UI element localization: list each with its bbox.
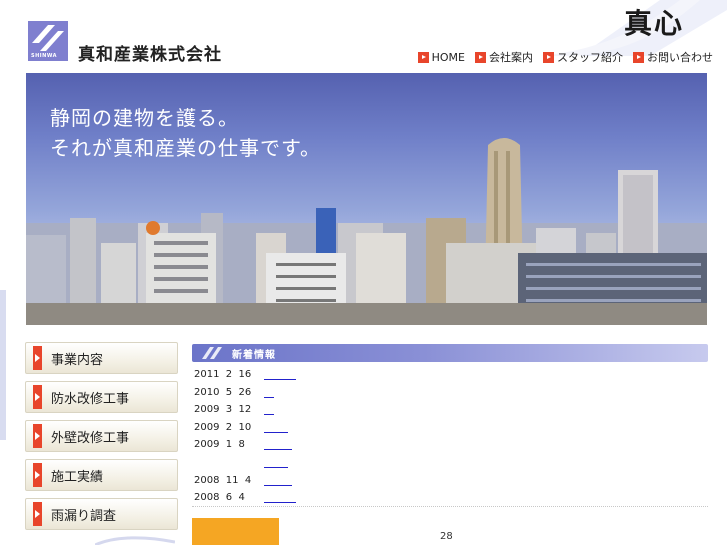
news-date <box>194 454 264 472</box>
sidebar-menu: 事業内容 防水改修工事 外壁改修工事 施工実績 雨漏り調査 <box>25 342 178 537</box>
section-divider <box>192 506 708 507</box>
news-date: 2008 6 4 <box>194 492 245 504</box>
news-date: 2009 1 8 <box>194 439 245 451</box>
arrow-icon <box>33 424 42 448</box>
sidebar-item-label: 雨漏り調査 <box>51 508 117 524</box>
arrow-icon <box>33 385 42 409</box>
news-link[interactable] <box>264 456 288 468</box>
nav-contact[interactable]: お問い合わせ <box>633 49 713 65</box>
news-date: 2009 3 12 <box>194 404 252 416</box>
sidebar-item-label: 防水改修工事 <box>51 391 130 407</box>
news-item: 2010 5 26 <box>194 384 296 402</box>
news-link[interactable] <box>264 403 274 416</box>
hero-line-1: 静岡の建物を護る。 <box>50 106 239 130</box>
sidebar-item-label: 施工実績 <box>51 469 104 485</box>
hero-tagline: 静岡の建物を護る。 それが真和産業の仕事です。 <box>50 103 321 163</box>
news-link[interactable] <box>264 368 296 380</box>
top-navigation: HOME 会社案内 スタッフ紹介 お問い合わせ <box>417 49 713 65</box>
news-list: 2011 2 16 2010 5 26 2009 3 12 2009 2 10 … <box>194 366 296 507</box>
arrow-icon <box>633 51 644 63</box>
orange-banner[interactable] <box>192 518 279 545</box>
news-item: 2008 11 4 <box>194 472 296 490</box>
sidebar-item-exterior-wall[interactable]: 外壁改修工事 <box>25 420 178 452</box>
decorative-swirl <box>95 536 175 545</box>
news-date: 2008 11 4 <box>194 474 252 486</box>
news-title: 新着情報 <box>232 350 276 361</box>
page-edge-stripe <box>0 290 6 440</box>
stripe-icon <box>202 347 222 359</box>
news-link[interactable] <box>264 474 292 486</box>
nav-staff[interactable]: スタッフ紹介 <box>543 49 623 65</box>
arrow-icon <box>33 502 42 526</box>
news-date: 2011 2 16 <box>194 369 252 380</box>
sidebar-item-waterproofing[interactable]: 防水改修工事 <box>25 381 178 413</box>
nav-home[interactable]: HOME <box>417 49 465 65</box>
nav-label: HOME <box>431 50 465 64</box>
sidebar-item-works[interactable]: 施工実績 <box>25 459 178 491</box>
news-item: 2009 2 10 <box>194 419 296 437</box>
nav-label: スタッフ紹介 <box>557 51 623 64</box>
calligraphy-title: 真心 <box>624 7 685 40</box>
news-item: 2011 2 16 <box>194 366 296 384</box>
logo-text: SHINWA <box>31 53 57 59</box>
news-item: 2009 3 12 <box>194 401 296 419</box>
arrow-icon <box>33 463 42 487</box>
sidebar-item-label: 外壁改修工事 <box>51 430 130 446</box>
news-link[interactable] <box>264 438 292 451</box>
sidebar-item-leak-inspection[interactable]: 雨漏り調査 <box>25 498 178 530</box>
news-item: 2009 1 8 <box>194 436 296 454</box>
sidebar-item-business[interactable]: 事業内容 <box>25 342 178 374</box>
news-link[interactable] <box>264 491 296 504</box>
company-name: 真和産業株式会社 <box>78 45 222 65</box>
company-logo[interactable]: SHINWA <box>28 21 68 61</box>
news-date: 2010 5 26 <box>194 386 252 398</box>
hero-banner: 静岡の建物を護る。 それが真和産業の仕事です。 <box>26 73 707 325</box>
news-link[interactable] <box>264 421 288 433</box>
nav-label: お問い合わせ <box>647 51 713 64</box>
nav-label: 会社案内 <box>489 51 533 64</box>
news-date: 2009 2 10 <box>194 421 252 433</box>
news-item: 2008 6 4 <box>194 489 296 507</box>
nav-company[interactable]: 会社案内 <box>475 49 533 65</box>
visitor-counter: 28 <box>440 531 453 542</box>
news-item <box>194 454 296 472</box>
hero-line-2: それが真和産業の仕事です。 <box>50 136 321 160</box>
news-link[interactable] <box>264 386 274 398</box>
arrow-icon <box>475 51 486 63</box>
arrow-icon <box>33 346 42 370</box>
sidebar-item-label: 事業内容 <box>51 352 104 368</box>
arrow-icon <box>543 51 554 63</box>
arrow-icon <box>417 51 429 63</box>
